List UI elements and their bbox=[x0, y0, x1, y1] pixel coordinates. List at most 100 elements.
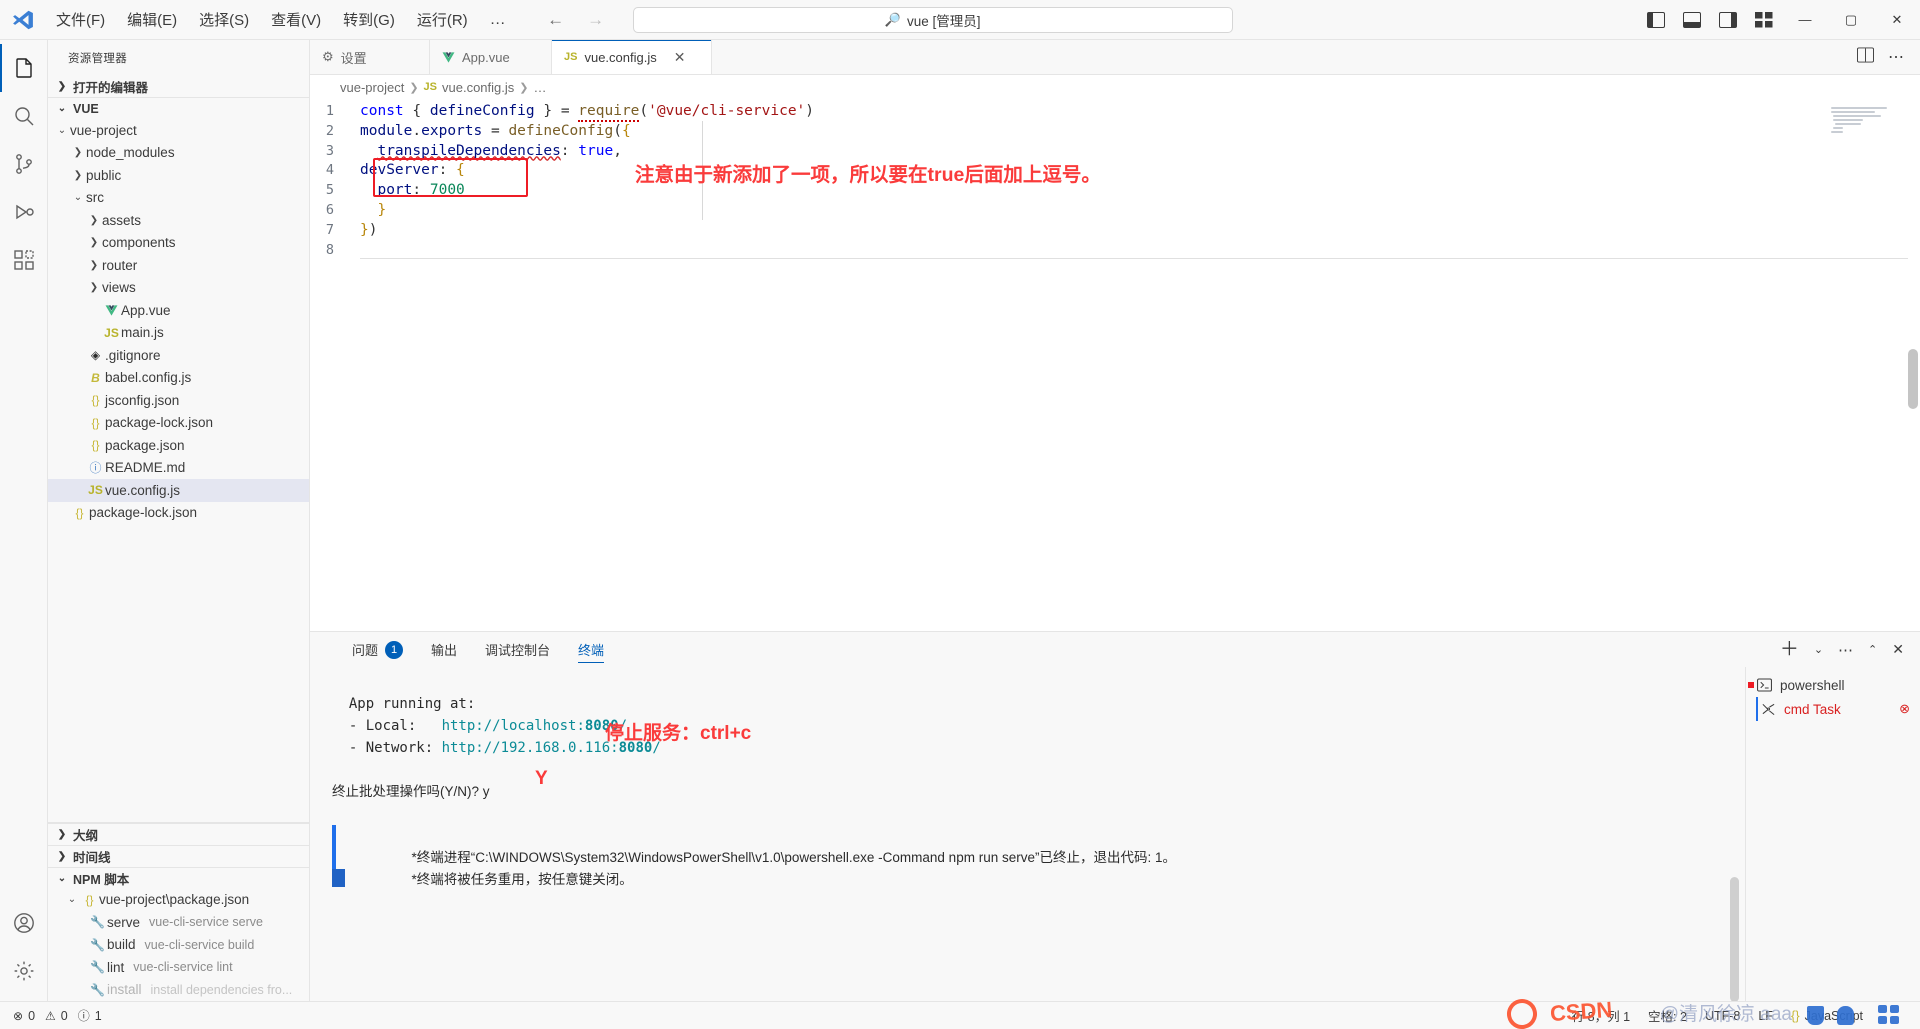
split-editor-icon[interactable] bbox=[1857, 46, 1874, 68]
activity-item-settings[interactable] bbox=[0, 947, 48, 995]
tree-item-node-modules[interactable]: ❯ node_modules bbox=[48, 142, 309, 165]
code-editor[interactable]: 1 const { defineConfig } = require('@vue… bbox=[310, 99, 1920, 631]
tree-item-src[interactable]: ⌄ src bbox=[48, 187, 309, 210]
menu-file[interactable]: 文件(F) bbox=[46, 5, 115, 34]
tree-item-package-json[interactable]: {} package.json bbox=[48, 434, 309, 457]
arrow-right-icon[interactable]: → bbox=[585, 10, 607, 30]
tree-item-public[interactable]: ❯ public bbox=[48, 164, 309, 187]
activity-item-explorer[interactable] bbox=[0, 44, 48, 92]
status-eol[interactable]: LF bbox=[1749, 1002, 1782, 1029]
close-circle-icon[interactable]: ⊗ bbox=[1899, 701, 1920, 717]
menu-bar[interactable]: 文件(F) 编辑(E) 选择(S) 查看(V) 转到(G) 运行(R) … bbox=[46, 5, 517, 34]
menu-go[interactable]: 转到(G) bbox=[333, 5, 405, 34]
tree-item-jsconfig-json[interactable]: {} jsconfig.json bbox=[48, 389, 309, 412]
window-maximize-button[interactable]: ▢ bbox=[1828, 0, 1874, 40]
toggle-secondary-sidebar-icon[interactable] bbox=[1710, 0, 1746, 40]
status-indentation[interactable]: 空格: 2 bbox=[1639, 1002, 1696, 1029]
chevron-down-icon[interactable]: ⌄ bbox=[1814, 643, 1823, 656]
timeline-section[interactable]: ❯ 时间线 bbox=[48, 844, 309, 867]
tree-item-vue-project[interactable]: ⌄ vue-project bbox=[48, 119, 309, 142]
tree-item-router[interactable]: ❯ router bbox=[48, 254, 309, 277]
terminal-local-url[interactable]: http://localhost: bbox=[442, 718, 585, 734]
tree-item-babel-config-js[interactable]: Bbabel.config.js bbox=[48, 367, 309, 390]
tree-item-package-lock-json[interactable]: {} package-lock.json bbox=[48, 412, 309, 435]
close-icon[interactable]: ✕ bbox=[674, 49, 686, 66]
chevron-right-icon[interactable]: ❯ bbox=[86, 215, 102, 226]
workspace-root-section[interactable]: ⌄ VUE bbox=[48, 97, 309, 119]
window-close-button[interactable]: ✕ bbox=[1874, 0, 1920, 40]
chevron-down-icon[interactable]: ⌄ bbox=[54, 125, 70, 136]
terminal-item-cmd-task[interactable]: cmd Task ⊗ bbox=[1746, 697, 1920, 721]
code-lines[interactable]: 1 const { defineConfig } = require('@vue… bbox=[310, 99, 1920, 260]
activity-item-accounts[interactable] bbox=[0, 899, 48, 947]
tree-item--gitignore[interactable]: ◈ .gitignore bbox=[48, 344, 309, 367]
terminal-scrollbar-thumb[interactable] bbox=[1730, 877, 1739, 1001]
breadcrumb-file[interactable]: vue.config.js bbox=[442, 80, 514, 95]
more-actions-icon[interactable]: ⋯ bbox=[1838, 641, 1853, 659]
customize-layout-icon[interactable] bbox=[1746, 0, 1782, 40]
tree-item-package-lock-json[interactable]: {} package-lock.json bbox=[48, 502, 309, 525]
minimap[interactable] bbox=[1827, 99, 1907, 631]
tab-app-vue[interactable]: App.vue bbox=[430, 40, 552, 74]
panel-tab-problems[interactable]: 问题 1 bbox=[338, 632, 417, 667]
tree-item-app-vue[interactable]: App.vue bbox=[48, 299, 309, 322]
toggle-panel-icon[interactable] bbox=[1674, 0, 1710, 40]
npm-script-install[interactable]: 🔧 install install dependencies fro... bbox=[48, 979, 309, 1002]
terminal-scrollbar[interactable] bbox=[1730, 707, 1739, 1001]
menu-run[interactable]: 运行(R) bbox=[407, 5, 478, 34]
panel-tab-output[interactable]: 输出 bbox=[417, 632, 471, 667]
panel-tab-debug-console[interactable]: 调试控制台 bbox=[471, 632, 564, 667]
menu-view[interactable]: 查看(V) bbox=[261, 5, 331, 34]
tree-item-assets[interactable]: ❯ assets bbox=[48, 209, 309, 232]
more-actions-icon[interactable]: ⋯ bbox=[1888, 47, 1904, 67]
terminal-network-url[interactable]: http://192.168.0.116: bbox=[442, 740, 619, 756]
status-encoding[interactable]: UTF-8 bbox=[1696, 1002, 1749, 1029]
status-notifications[interactable] bbox=[1872, 1002, 1916, 1029]
status-cursor-position[interactable]: 行 8，列 1 bbox=[1563, 1002, 1639, 1029]
tree-item-vue-config-js[interactable]: JS vue.config.js bbox=[48, 479, 309, 502]
tree-item-components[interactable]: ❯ components bbox=[48, 232, 309, 255]
open-editors-section[interactable]: ❯ 打开的编辑器 bbox=[48, 75, 309, 97]
tab-settings[interactable]: ⚙ 设置 bbox=[310, 40, 430, 74]
menu-more-icon[interactable]: … bbox=[480, 7, 517, 33]
activity-item-search[interactable] bbox=[0, 92, 48, 140]
npm-script-serve[interactable]: 🔧 serve vue-cli-service serve bbox=[48, 911, 309, 934]
window-minimize-button[interactable]: — bbox=[1782, 0, 1828, 40]
close-panel-icon[interactable]: ✕ bbox=[1892, 641, 1904, 658]
add-terminal-icon[interactable]: ＋ bbox=[1780, 640, 1799, 659]
npm-script-build[interactable]: 🔧 build vue-cli-service build bbox=[48, 934, 309, 957]
chevron-right-icon[interactable]: ❯ bbox=[70, 170, 86, 181]
activity-item-source-control[interactable] bbox=[0, 140, 48, 188]
npm-package-file[interactable]: ⌄ {} vue-project\package.json bbox=[48, 889, 309, 912]
activity-item-extensions[interactable] bbox=[0, 236, 48, 284]
tree-item-views[interactable]: ❯ views bbox=[48, 277, 309, 300]
chevron-right-icon[interactable]: ❯ bbox=[86, 282, 102, 293]
status-errors[interactable]: ⊗ 0 ⚠ 0 ⓘ 1 bbox=[4, 1002, 111, 1029]
toggle-primary-sidebar-icon[interactable] bbox=[1638, 0, 1674, 40]
tree-item-main-js[interactable]: JS main.js bbox=[48, 322, 309, 345]
chevron-down-icon[interactable]: ⌄ bbox=[64, 894, 80, 905]
npm-scripts-section[interactable]: ⌄ NPM 脚本 bbox=[48, 866, 309, 889]
terminal-item-powershell[interactable]: powershell bbox=[1746, 673, 1920, 697]
chevron-right-icon[interactable]: ❯ bbox=[70, 147, 86, 158]
file-tree[interactable]: ⌄ vue-project ❯ node_modules ❯ public ⌄ src ❯ ass… bbox=[48, 119, 309, 822]
chevron-right-icon[interactable]: ❯ bbox=[86, 260, 102, 271]
chevron-down-icon[interactable]: ⌄ bbox=[70, 192, 86, 203]
npm-scripts-list[interactable]: ⌄{} vue-project\package.json 🔧 serve vue-cli… bbox=[48, 889, 309, 1002]
terminal-output[interactable]: App running at: - Local: http://localhos… bbox=[310, 667, 1745, 1001]
search-input[interactable]: 🔎 vue [管理员] bbox=[632, 6, 1233, 33]
menu-edit[interactable]: 编辑(E) bbox=[117, 5, 187, 34]
outline-section[interactable]: ❯ 大纲 bbox=[48, 822, 309, 845]
maximize-panel-icon[interactable]: ⌃ bbox=[1868, 643, 1877, 656]
menu-selection[interactable]: 选择(S) bbox=[189, 5, 259, 34]
activity-item-run-debug[interactable] bbox=[0, 188, 48, 236]
chevron-right-icon[interactable]: ❯ bbox=[86, 237, 102, 248]
tree-item-readme-md[interactable]: ⓘ README.md bbox=[48, 457, 309, 480]
status-language-mode[interactable]: {} JavaScript bbox=[1782, 1002, 1872, 1029]
panel-tab-terminal[interactable]: 终端 bbox=[564, 632, 618, 667]
editor-scrollbar-thumb[interactable] bbox=[1908, 349, 1918, 409]
npm-script-lint[interactable]: 🔧 lint vue-cli-service lint bbox=[48, 956, 309, 979]
breadcrumb-folder[interactable]: vue-project bbox=[340, 80, 404, 95]
breadcrumb[interactable]: vue-project ❯ JS vue.config.js ❯ … bbox=[310, 75, 1920, 99]
tab-vue-config-js[interactable]: JS vue.config.js ✕ bbox=[552, 40, 712, 74]
